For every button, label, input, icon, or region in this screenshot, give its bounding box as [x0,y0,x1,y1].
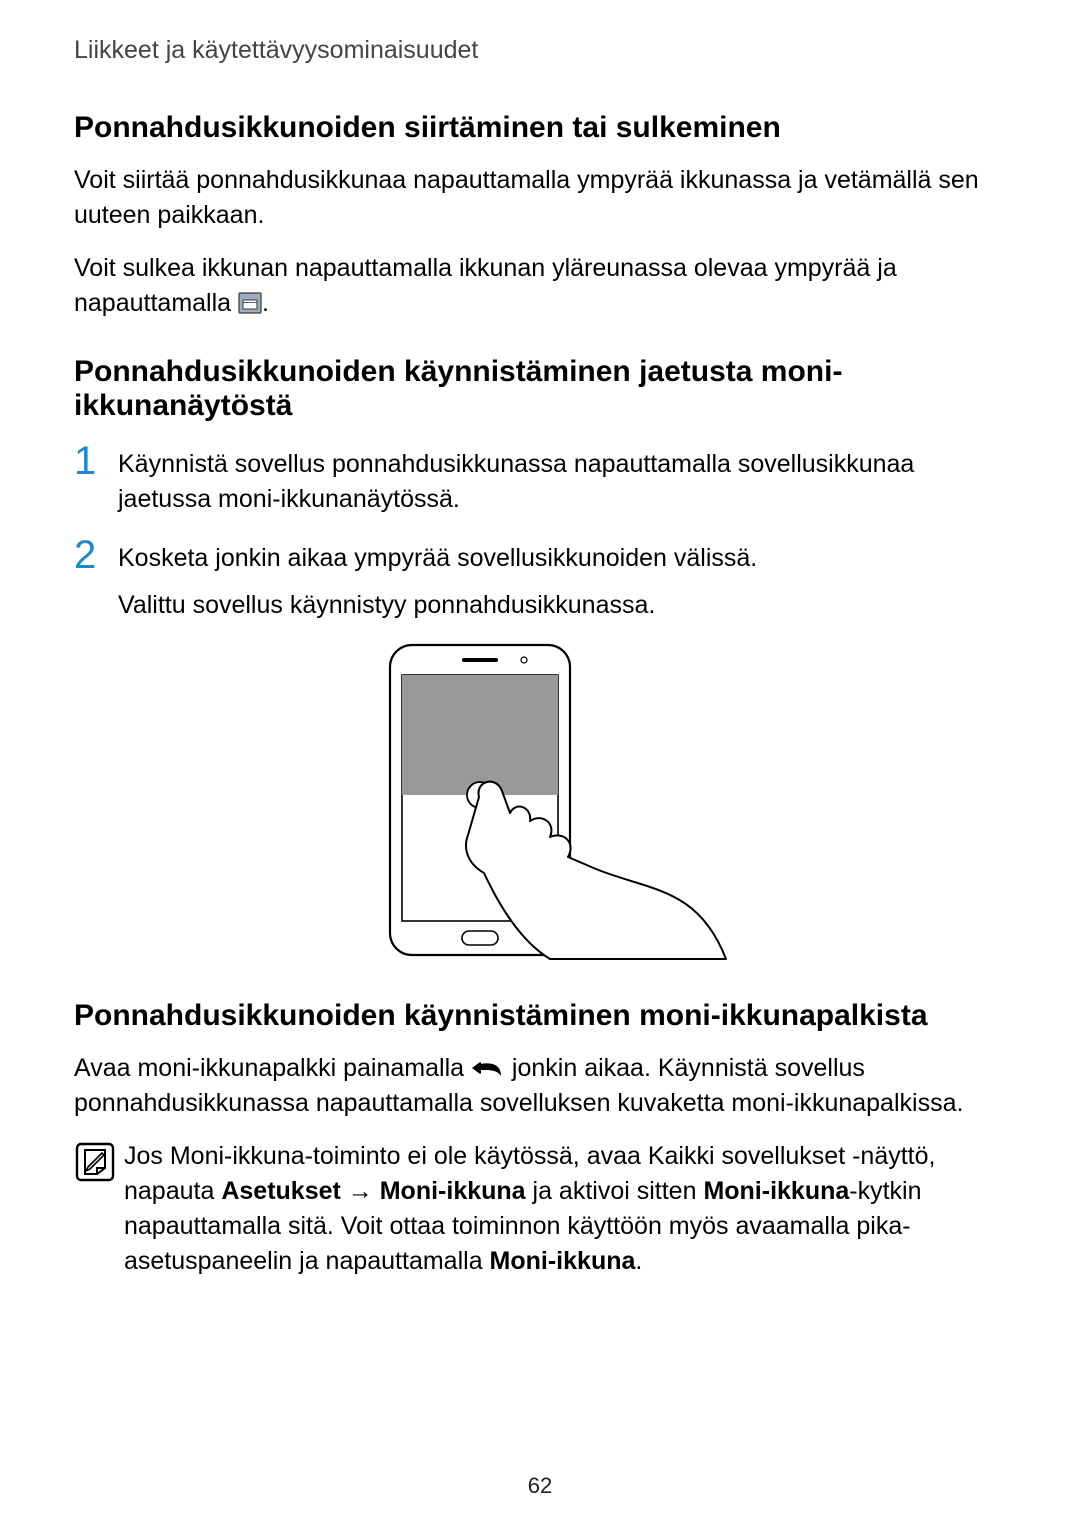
section1-p2-post: . [262,289,269,317]
note-icon [74,1170,116,1187]
section1-paragraph2: Voit sulkea ikkunan napauttamalla ikkuna… [74,251,1006,321]
section1-p2-pre: Voit sulkea ikkunan napauttamalla ikkuna… [74,254,897,317]
note-block: Jos Moni-ikkuna-toiminto ei ole käytössä… [74,1139,1006,1279]
step-number-1: 1 [74,441,118,481]
step-1-text: Käynnistä sovellus ponnahdusikkunassa na… [118,441,1006,517]
note-text: Jos Moni-ikkuna-toiminto ei ole käytössä… [124,1139,1006,1279]
back-icon [471,1055,505,1079]
page-number: 62 [0,1473,1080,1499]
section3-paragraph1: Avaa moni-ikkunapalkki painamalla jonkin… [74,1051,1006,1121]
section3-heading: Ponnahdusikkunoiden käynnistäminen moni-… [74,999,1006,1033]
step-1: 1 Käynnistä sovellus ponnahdusikkunassa … [74,441,1006,517]
note-post: . [635,1247,642,1275]
section2-heading: Ponnahdusikkunoiden käynnistäminen jaetu… [74,355,1006,423]
step-number-2: 2 [74,535,118,575]
section1-heading: Ponnahdusikkunoiden siirtäminen tai sulk… [74,111,1006,145]
note-bold-moni3: Moni-ikkuna [490,1247,636,1275]
note-mid1: ja aktivoi sitten [526,1177,704,1205]
section1-paragraph1: Voit siirtää ponnahdusikkunaa napauttama… [74,163,1006,233]
note-arrow: → [341,1177,380,1205]
step-2: 2 Kosketa jonkin aikaa ympyrää sovellusi… [74,535,1006,623]
section3-p1-pre: Avaa moni-ikkunapalkki painamalla [74,1054,471,1082]
note-bold-moni2: Moni-ikkuna [703,1177,849,1205]
note-bold-moni1: Moni-ikkuna [380,1177,526,1205]
figure-touch-circle [74,641,1006,961]
page-header: Liikkeet ja käytettävyysominaisuudet [74,36,1006,65]
step-2-line1: Kosketa jonkin aikaa ympyrää sovellusikk… [118,541,757,576]
step-2-line2: Valittu sovellus käynnistyy ponnahdusikk… [118,588,757,623]
note-bold-asetukset: Asetukset [221,1177,341,1205]
close-window-icon [238,290,262,314]
